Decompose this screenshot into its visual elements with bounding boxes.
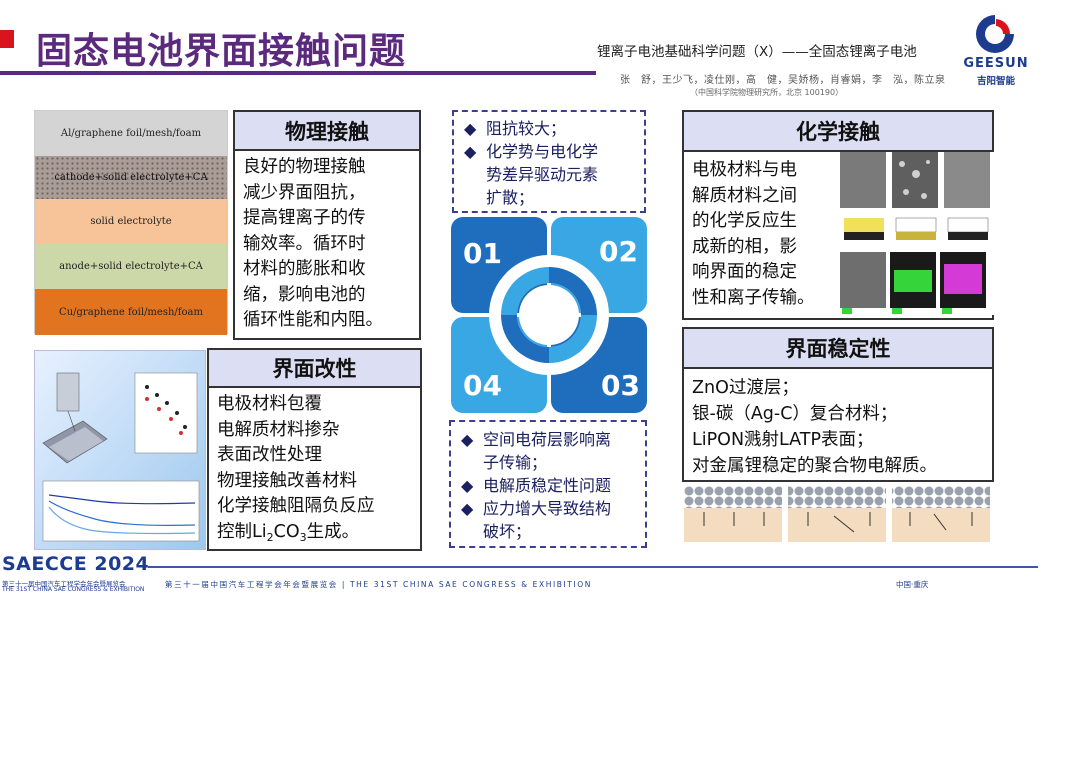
- text-line: 材料的膨胀和收: [243, 259, 366, 279]
- diamond-bullet-icon: ◆: [461, 499, 474, 518]
- logo-wordmark: GEESUN: [963, 56, 1029, 71]
- physical-contact-heading: 物理接触: [235, 112, 419, 151]
- interface-stability-heading: 界面稳定性: [684, 329, 992, 369]
- paper-authors: 张 舒，王少飞，凌仕刚，高 健，吴娇杨，肖睿娟，李 泓，陈立泉: [620, 75, 946, 86]
- interface-schematic-graphic: [684, 486, 990, 542]
- layer-current-collector-top: Al/graphene foil/mesh/foam: [35, 111, 227, 156]
- text-line: 破坏；: [483, 522, 532, 541]
- text-line: 解质材料之间: [692, 185, 797, 206]
- interface-stability-box: 界面稳定性 ZnO过渡层； 银-碳（Ag-C）复合材料； LiPON溅射LATP…: [682, 327, 994, 482]
- text-line: 空间电荷层影响离: [483, 430, 612, 449]
- chemical-contact-heading: 化学接触: [684, 112, 992, 152]
- performance-figure-graphic: [35, 351, 205, 549]
- list-item: ◆ 空间电荷层影响离 子传输；: [461, 428, 611, 474]
- page-title: 固态电池界面接触问题: [36, 31, 407, 72]
- physical-contact-text: 良好的物理接触 减少界面阻抗， 提高锂离子的传 输效率。循环时 材料的膨胀和收 …: [243, 155, 383, 334]
- text-line: 电极材料与电: [692, 160, 797, 180]
- text-line: 子传输；: [483, 453, 548, 472]
- list-item: ◆ 电解质稳定性问题: [461, 474, 611, 497]
- swirl-label-01: 01: [463, 237, 502, 270]
- geesun-logo-icon: [976, 15, 1014, 53]
- title-accent-bar: [0, 30, 14, 48]
- text-line: 良好的物理接触: [243, 157, 366, 177]
- formula-subscript-3: 3: [299, 530, 307, 544]
- diamond-bullet-icon: ◆: [464, 142, 477, 161]
- text-line: LiPON溅射LATP表面；: [692, 430, 874, 450]
- text-line: 化学势与电化学: [486, 142, 599, 161]
- top-issues-box: ◆ 阻抗较大； ◆ 化学势与电化学 势差异驱动元素 扩散；: [452, 110, 646, 213]
- text-line: 银-碳（Ag-C）复合材料；: [692, 404, 898, 424]
- text-line: 表面改性处理: [217, 445, 322, 465]
- formula-prefix: 控制Li: [217, 521, 267, 542]
- swirl-label-03: 03: [601, 369, 640, 402]
- swirl-label-02: 02: [599, 235, 638, 268]
- list-item: ◆ 化学势与电化学 势差异驱动元素 扩散；: [464, 140, 598, 209]
- sem-micrograph-figure: [840, 152, 994, 315]
- paper-title: 锂离子电池基础科学问题（X）——全固态锂离子电池: [597, 44, 917, 60]
- text-line: 电解质材料掺杂: [217, 419, 340, 440]
- list-item: ◆ 应力增大导致结构 破坏；: [461, 497, 611, 543]
- text-line: 扩散；: [486, 188, 535, 207]
- text-line: 阻抗较大；: [486, 119, 567, 138]
- logo-chinese: 吉阳智能: [976, 76, 1015, 87]
- diamond-bullet-icon: ◆: [464, 119, 477, 138]
- surface-modification-heading: 界面改性: [209, 350, 420, 388]
- paper-affiliation: （中国科学院物理研究所，北京 100190）: [690, 88, 844, 97]
- footer-congress-text: 第三十一届中国汽车工程学会年会暨展览会 | THE 31ST CHINA SAE…: [165, 580, 593, 589]
- text-line: 减少界面阻抗，: [243, 182, 366, 203]
- interface-stability-text: ZnO过渡层； 银-碳（Ag-C）复合材料； LiPON溅射LATP表面； 对金…: [692, 375, 937, 479]
- footer-rule: [148, 566, 1038, 568]
- formula-suffix: 生成。: [306, 521, 360, 542]
- text-line: 响界面的稳定: [692, 262, 797, 282]
- text-line: 输效率。循环时: [243, 233, 366, 254]
- formula-mid: CO: [273, 521, 300, 542]
- sem-micrograph-graphic: [840, 152, 990, 314]
- text-line: 物理接触改善材料: [217, 470, 357, 491]
- layer-cathode: cathode+solid electrolyte+CA: [35, 156, 227, 199]
- text-line: 对金属锂稳定的聚合物电解质。: [692, 456, 937, 476]
- footer-city: 中国·重庆: [896, 580, 929, 589]
- performance-figure: [34, 350, 206, 550]
- layer-current-collector-bottom: Cu/graphene foil/mesh/foam: [35, 289, 227, 335]
- diamond-bullet-icon: ◆: [461, 430, 474, 449]
- formula-subscript-2: 2: [266, 530, 274, 544]
- text-line: ZnO过渡层；: [692, 378, 799, 398]
- layer-anode: anode+solid electrolyte+CA: [35, 244, 227, 289]
- list-item: ◆ 阻抗较大；: [464, 117, 598, 140]
- saecce-subtitle-en: THE 31ST CHINA SAE CONGRESS & EXHIBITION: [2, 586, 145, 593]
- battery-layer-diagram: Al/graphene foil/mesh/foam cathode+solid…: [34, 110, 228, 335]
- diamond-bullet-icon: ◆: [461, 476, 474, 495]
- physical-contact-box: 物理接触 良好的物理接触 减少界面阻抗， 提高锂离子的传 输效率。循环时 材料的…: [233, 110, 421, 340]
- text-line: 的化学反应生: [692, 211, 797, 231]
- saecce-logo: SAECCE 2024: [2, 553, 150, 575]
- swirl-label-04: 04: [463, 369, 502, 402]
- four-part-swirl-graphic: 01 02 03 04: [451, 217, 647, 413]
- text-line: 性和离子传输。: [692, 287, 815, 308]
- text-line: 循环性能和内阻。: [243, 310, 383, 330]
- layer-solid-electrolyte: solid electrolyte: [35, 199, 227, 244]
- surface-modification-box: 界面改性 电极材料包覆 电解质材料掺杂 表面改性处理 物理接触改善材料 化学接触…: [207, 348, 422, 551]
- geesun-logo: GEESUN 吉阳智能: [958, 12, 1034, 88]
- surface-modification-text: 电极材料包覆 电解质材料掺杂 表面改性处理 物理接触改善材料 化学接触阻隔负反应…: [217, 392, 375, 550]
- text-line: 缩，影响电池的: [243, 284, 366, 305]
- interface-schematic-figure: [684, 486, 992, 548]
- text-line: 应力增大导致结构: [483, 499, 612, 518]
- text-line: 电极材料包覆: [217, 394, 322, 414]
- text-line: 成新的相，影: [692, 236, 797, 257]
- swirl-center: [519, 285, 579, 345]
- text-line: 电解质稳定性问题: [483, 476, 612, 495]
- title-underline: [0, 71, 596, 75]
- text-line: 提高锂离子的传: [243, 208, 366, 228]
- text-line: 化学接触阻隔负反应: [217, 496, 375, 516]
- text-line: 势差异驱动元素: [486, 165, 599, 184]
- bottom-issues-list: ◆ 空间电荷层影响离 子传输； ◆ 电解质稳定性问题 ◆ 应力增大导致结构 破坏…: [461, 428, 611, 543]
- chemical-contact-text: 电极材料与电 解质材料之间 的化学反应生 成新的相，影 响界面的稳定 性和离子传…: [692, 158, 815, 311]
- text-line-formula: 控制Li2CO3生成。: [217, 520, 375, 551]
- top-issues-list: ◆ 阻抗较大； ◆ 化学势与电化学 势差异驱动元素 扩散；: [464, 117, 598, 209]
- bottom-issues-box: ◆ 空间电荷层影响离 子传输； ◆ 电解质稳定性问题 ◆ 应力增大导致结构 破坏…: [449, 420, 647, 548]
